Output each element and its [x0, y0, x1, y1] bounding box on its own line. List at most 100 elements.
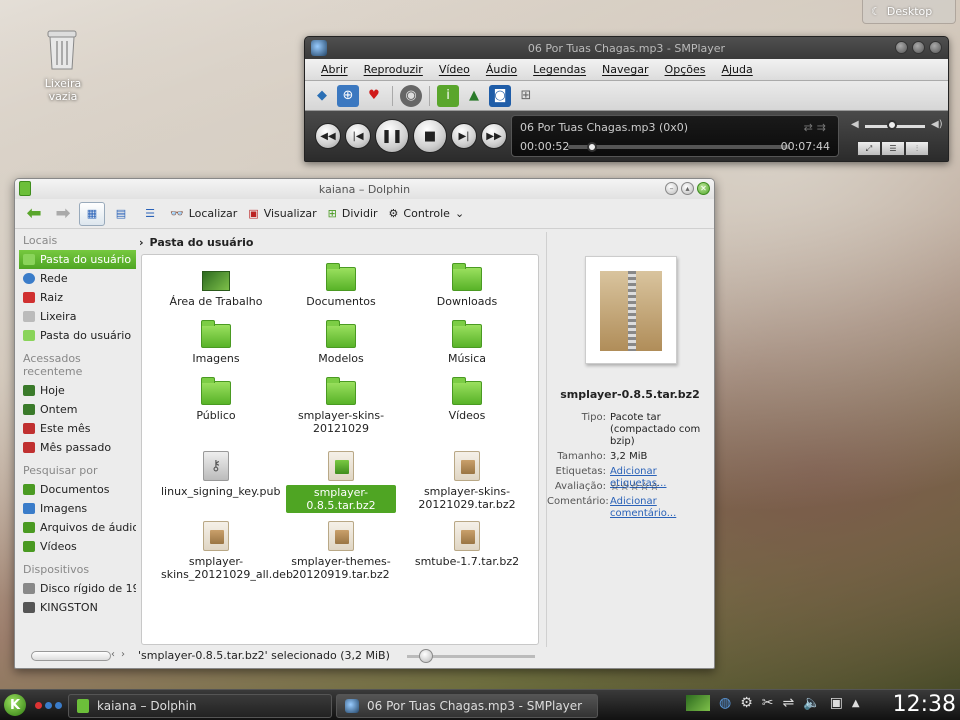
fullscreen-icon[interactable]: ⤢	[857, 141, 881, 156]
preferences-icon[interactable]: ⊞	[515, 85, 537, 107]
screen-icon[interactable]	[686, 695, 710, 711]
menu-audio[interactable]: Áudio	[478, 63, 525, 76]
desktop-1-dot[interactable]	[35, 702, 42, 709]
file-item[interactable]: Público	[161, 377, 271, 422]
scroll-arrows[interactable]: ‹›	[111, 649, 131, 660]
desktop-2-dot[interactable]	[45, 702, 52, 709]
file-item[interactable]: Modelos	[286, 320, 396, 365]
volume-icon[interactable]: 🔈	[803, 695, 820, 711]
application-launcher-button[interactable]: K	[4, 694, 26, 716]
screenshot-icon[interactable]: ◙	[489, 84, 511, 107]
maximize-button[interactable]: ▴	[681, 182, 694, 195]
sidebar-scrollbar[interactable]	[31, 651, 111, 661]
sidebar-item-yesterday[interactable]: Ontem	[19, 400, 136, 419]
info-icon[interactable]: i	[437, 84, 459, 107]
sidebar-item-kingston[interactable]: KINGSTON	[19, 598, 136, 617]
expand-tray-icon[interactable]: ▲	[852, 698, 860, 709]
sidebar-item-last-month[interactable]: Mês passado	[19, 438, 136, 457]
sidebar-item-documents[interactable]: Documentos	[19, 480, 136, 499]
stop-button[interactable]: ■	[413, 119, 447, 153]
close-button[interactable]: ✕	[697, 182, 710, 195]
menu-abrir[interactable]: Abrir	[313, 63, 356, 76]
minimize-button[interactable]	[895, 41, 908, 54]
open-file-icon[interactable]: ◆	[311, 85, 333, 107]
menu-opcoes[interactable]: Opções	[657, 63, 714, 76]
dolphin-titlebar[interactable]: kaiana – Dolphin – ▴ ✕	[15, 179, 714, 199]
preview-button[interactable]: ▣ Visualizar	[244, 202, 320, 226]
task-smplayer[interactable]: 06 Por Tuas Chagas.mp3 - SMPlayer	[336, 694, 598, 718]
zoom-handle[interactable]	[419, 649, 433, 663]
sidebar-item-hard-disk[interactable]: Disco rígido de 19,	[19, 579, 136, 598]
equalizer-view-icon[interactable]: ⫶	[905, 141, 929, 156]
sidebar-item-trash[interactable]: Lixeira	[19, 307, 136, 326]
file-item[interactable]: smplayer-skins-20121029	[286, 377, 396, 435]
menu-video[interactable]: Vídeo	[431, 63, 478, 76]
minimize-button[interactable]: –	[665, 182, 678, 195]
clock[interactable]: 12:38	[893, 692, 956, 717]
sidebar-item-this-month[interactable]: Este mês	[19, 419, 136, 438]
menu-legendas[interactable]: Legendas	[525, 63, 594, 76]
pager[interactable]	[35, 702, 62, 709]
breadcrumb-label[interactable]: Pasta do usuário	[150, 236, 254, 249]
open-url-icon[interactable]: ⊕	[337, 84, 359, 107]
icons-view-button[interactable]: ▦	[79, 201, 105, 226]
control-button[interactable]: ⚙ Controle ⌄	[385, 202, 469, 226]
volume-control[interactable]: ◀ ◀)	[851, 119, 943, 133]
file-item[interactable]: Documentos	[286, 263, 396, 308]
file-item[interactable]: smplayer-skins_20121029_all.deb	[161, 521, 293, 581]
sidebar-item-today[interactable]: Hoje	[19, 381, 136, 400]
equalizer-icon[interactable]: ▲	[463, 85, 485, 107]
rewind-fast-icon[interactable]: ◀◀	[315, 123, 341, 149]
sidebar-item-home-2[interactable]: Pasta do usuário	[19, 326, 136, 345]
rating-stars[interactable]: ☆☆☆☆☆	[610, 481, 710, 493]
back-button[interactable]: ⬅	[21, 202, 47, 226]
split-button[interactable]: ⊞ Dividir	[324, 202, 382, 226]
menu-ajuda[interactable]: Ajuda	[713, 63, 760, 76]
smplayer-app-icon[interactable]	[311, 40, 327, 56]
usb-icon[interactable]: ⇌	[783, 695, 795, 711]
dolphin-app-icon[interactable]	[19, 181, 31, 196]
favorites-icon[interactable]: ♥	[363, 85, 385, 107]
sidebar-item-videos[interactable]: Vídeos	[19, 537, 136, 556]
details-view-button[interactable]: ☰	[137, 202, 163, 226]
forward-icon[interactable]: ▶|	[451, 123, 477, 149]
playlist-icon[interactable]: ◉	[400, 84, 422, 107]
settings-gear-icon[interactable]: ⚙	[740, 695, 753, 711]
file-item[interactable]: smtube-1.7.tar.bz2	[412, 521, 522, 568]
menu-reproduzir[interactable]: Reproduzir	[356, 63, 431, 76]
sidebar-item-audio[interactable]: Arquivos de áudio	[19, 518, 136, 537]
forward-button[interactable]: ➡	[50, 202, 76, 226]
file-item[interactable]: ⚷ linux_signing_key.pub	[161, 451, 280, 498]
seek-handle[interactable]	[587, 142, 598, 152]
task-dolphin[interactable]: kaiana – Dolphin	[68, 694, 332, 718]
pause-button[interactable]: ❚❚	[375, 119, 409, 153]
file-item[interactable]: Área de Trabalho	[161, 271, 271, 308]
rewind-icon[interactable]: |◀	[345, 123, 371, 149]
file-item[interactable]: smplayer-skins-20121029.tar.bz2	[412, 451, 522, 511]
sidebar-item-images[interactable]: Imagens	[19, 499, 136, 518]
network-globe-icon[interactable]: ◍	[719, 695, 731, 711]
playlist-view-icon[interactable]: ☰	[881, 141, 905, 156]
sidebar-item-root[interactable]: Raiz	[19, 288, 136, 307]
scissors-icon[interactable]: ✂	[762, 695, 774, 711]
file-item-selected[interactable]: smplayer-0.8.5.tar.bz2	[286, 451, 396, 513]
forward-fast-icon[interactable]: ▶▶	[481, 123, 507, 149]
notifications-icon[interactable]: ▣	[830, 695, 843, 711]
compact-view-button[interactable]: ▤	[108, 202, 134, 226]
file-item[interactable]: Vídeos	[412, 377, 522, 422]
menu-navegar[interactable]: Navegar	[594, 63, 657, 76]
close-button[interactable]	[929, 41, 942, 54]
sidebar-item-network[interactable]: Rede	[19, 269, 136, 288]
sidebar-item-home[interactable]: Pasta do usuário	[19, 250, 136, 269]
smplayer-titlebar[interactable]: 06 Por Tuas Chagas.mp3 - SMPlayer	[305, 37, 948, 59]
breadcrumb[interactable]: › Pasta do usuário	[139, 233, 253, 251]
add-comment-link[interactable]: Adicionar comentário...	[610, 496, 710, 520]
desktop-button[interactable]: ☾ Desktop	[862, 0, 956, 24]
file-item[interactable]: smplayer-themes-20120919.tar.bz2	[286, 521, 396, 581]
find-button[interactable]: 👓 Localizar	[166, 202, 241, 226]
file-item[interactable]: Música	[412, 320, 522, 365]
trash-icon[interactable]	[44, 27, 80, 71]
file-item[interactable]: Downloads	[412, 263, 522, 308]
volume-handle[interactable]	[887, 120, 897, 130]
seek-bar[interactable]	[568, 145, 790, 149]
